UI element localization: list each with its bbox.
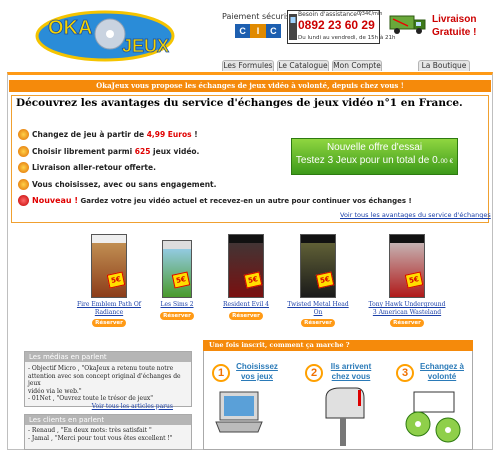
media-quote: - Objectif Micro , "OkaJeux a retenu tou… bbox=[28, 365, 174, 372]
step-number: 3 bbox=[396, 364, 414, 382]
free-shipping-label: Livraison Gratuite ! bbox=[432, 13, 476, 39]
trial-offer-line: Testez 3 Jeux pour un total de 0. bbox=[295, 155, 441, 166]
game-cover[interactable]: 5€ bbox=[300, 234, 336, 298]
step-title[interactable]: Choisissez vos jeux bbox=[232, 362, 282, 381]
coin-icon bbox=[18, 162, 29, 173]
game-cover[interactable]: 5€ bbox=[228, 234, 264, 298]
benefit-new: Nouveau ! Gardez votre jeu vidéo actuel … bbox=[32, 196, 412, 205]
price-badge: 5€ bbox=[404, 271, 424, 289]
step-title-line: volonté bbox=[427, 371, 457, 381]
free-shipping-line: Livraison bbox=[432, 14, 477, 25]
game-title-link[interactable]: Resident Evil 4 bbox=[211, 301, 281, 309]
game-cover[interactable]: 5€ bbox=[389, 234, 425, 298]
media-box: Les médias en parlent - Objectif Micro ,… bbox=[24, 351, 192, 410]
laptop-icon bbox=[215, 391, 263, 433]
benefit-engagement: Vous choisissez, avec ou sans engagement… bbox=[32, 180, 217, 189]
coin-icon bbox=[18, 179, 29, 190]
reserve-button[interactable]: Réserver bbox=[390, 319, 424, 327]
game-card: 5€ Twisted Metal Head On Réserver bbox=[283, 234, 353, 327]
trial-offer-button[interactable]: Nouvelle offre d'essai Testez 3 Jeux pou… bbox=[291, 138, 458, 175]
game-title-link[interactable]: Tony Hawk Underground 3 American Wastela… bbox=[367, 301, 447, 316]
payment-label: Paiement sécurisé bbox=[222, 12, 296, 21]
price-badge: 5€ bbox=[171, 271, 191, 289]
cic-letter: C bbox=[265, 24, 281, 38]
cic-bank-logo: C I C bbox=[235, 24, 281, 38]
game-card: 5€ Fire Emblem Path Of Radiance Réserver bbox=[74, 234, 144, 327]
coin-icon bbox=[18, 129, 29, 140]
step-title-line: Echangez à bbox=[419, 362, 464, 371]
benefit-highlight: 625 bbox=[134, 147, 151, 156]
game-title-link[interactable]: Les Sims 2 bbox=[142, 301, 212, 309]
step-title-line: chez vous bbox=[331, 371, 371, 381]
benefit-highlight: 4,99 Euros bbox=[146, 130, 192, 139]
all-articles-link[interactable]: Voir tous les articles parus bbox=[25, 403, 191, 410]
game-card: 5€ Les Sims 2 Réserver bbox=[142, 234, 212, 320]
game-card: 5€ Tony Hawk Underground 3 American Wast… bbox=[367, 234, 447, 327]
how-it-works-title: Une fois inscrit, comment ça marche ? bbox=[203, 340, 473, 351]
game-card: 5€ Resident Evil 4 Réserver bbox=[211, 234, 281, 320]
media-box-title: Les médias en parlent bbox=[25, 352, 191, 362]
delivery-truck-icon bbox=[389, 15, 426, 34]
reserve-button[interactable]: Réserver bbox=[160, 311, 194, 320]
price-badge: 5€ bbox=[106, 271, 126, 289]
step-title-line: Ils arrivent bbox=[330, 362, 372, 371]
benefit-text: Changez de jeu à partir de bbox=[32, 130, 147, 139]
cic-letter: I bbox=[250, 24, 266, 38]
price-badge: 5€ bbox=[243, 271, 263, 289]
step-title-line: vos jeux bbox=[240, 371, 273, 381]
tab-boutique[interactable]: La Boutique bbox=[418, 60, 470, 71]
reserve-button[interactable]: Réserver bbox=[229, 311, 263, 320]
step-number: 2 bbox=[305, 364, 323, 382]
game-cover[interactable]: 5€ bbox=[91, 234, 127, 298]
tab-catalogue[interactable]: Le Catalogue bbox=[277, 60, 329, 71]
see-all-benefits-link[interactable]: Voir tous les avantages du service d'éch… bbox=[340, 211, 491, 219]
benefit-text: Choisir librement parmi bbox=[32, 147, 135, 156]
new-icon bbox=[18, 195, 29, 206]
reserve-button[interactable]: Réserver bbox=[301, 319, 335, 327]
svg-text:JEUX: JEUX bbox=[122, 36, 169, 56]
price-badge: 5€ bbox=[315, 271, 335, 289]
free-shipping-line: Gratuite ! bbox=[432, 27, 477, 38]
cic-letter: C bbox=[235, 24, 251, 38]
tab-formules[interactable]: Les Formules bbox=[222, 60, 274, 71]
game-cover[interactable]: 5€ bbox=[162, 240, 192, 298]
media-quote: - 01Net , "Ouvrez toute le trésor de jeu… bbox=[28, 395, 154, 402]
trial-offer-text: Testez 3 Jeux pour un total de 0.00 € bbox=[292, 153, 457, 166]
benefit-text: ! bbox=[191, 130, 198, 139]
benefit-delivery: Livraison aller-retour offerte. bbox=[32, 163, 156, 172]
phone-hours: Du lundi au vendredi, de 15h à 21h bbox=[298, 35, 396, 41]
assistance-label: Besoin d'assistance ? bbox=[298, 11, 363, 18]
media-quote: vidéo via le web." bbox=[28, 387, 82, 395]
welcome-banner: OkaJeux vous propose les échanges de jeu… bbox=[9, 80, 491, 92]
coin-icon bbox=[18, 146, 29, 157]
reserve-button[interactable]: Réserver bbox=[92, 319, 126, 327]
trial-offer-title: Nouvelle offre d'essai bbox=[326, 142, 423, 153]
step-title[interactable]: Echangez à volonté bbox=[416, 362, 468, 381]
benefit-price: Changez de jeu à partir de 4,99 Euros ! bbox=[32, 130, 198, 139]
media-quote: attention avec son concept original d'éc… bbox=[28, 372, 181, 388]
okajeux-logo[interactable]: OKA JEUX bbox=[30, 4, 180, 64]
game-title-link[interactable]: Twisted Metal Head On bbox=[283, 301, 353, 316]
mailbox-icon bbox=[325, 387, 365, 446]
benefit-highlight: Nouveau ! bbox=[32, 196, 79, 205]
clients-box-title: Les clients en parlent bbox=[25, 415, 191, 425]
promo-title: Découvrez les avantages du service d'éch… bbox=[16, 97, 463, 109]
benefit-text: Gardez votre jeu vidéo actuel et recevez… bbox=[78, 197, 412, 205]
game-title-link[interactable]: Fire Emblem Path Of Radiance bbox=[74, 301, 144, 316]
game-discs-icon bbox=[405, 391, 461, 443]
client-quote: - Jamal , "Merci pour tout vous êtes exc… bbox=[28, 434, 173, 442]
step-title[interactable]: Ils arrivent chez vous bbox=[326, 362, 376, 381]
step-title-line: Choisissez bbox=[236, 362, 278, 371]
trial-offer-price: 00 € bbox=[440, 158, 454, 165]
tab-compte[interactable]: Mon Compte bbox=[332, 60, 382, 71]
client-quote: - Renaud , "En deux mots: très satisfait… bbox=[28, 427, 152, 434]
phone-number: 0892 23 60 29 bbox=[298, 18, 375, 32]
step-number: 1 bbox=[212, 364, 230, 382]
clients-box: Les clients en parlent - Renaud , "En de… bbox=[24, 414, 192, 450]
benefit-choice: Choisir librement parmi 625 jeux vidéo. bbox=[32, 147, 199, 156]
phone-cost: 0,34€/min bbox=[357, 11, 383, 17]
benefit-text: jeux vidéo. bbox=[150, 147, 200, 156]
svg-text:OKA: OKA bbox=[48, 17, 92, 39]
